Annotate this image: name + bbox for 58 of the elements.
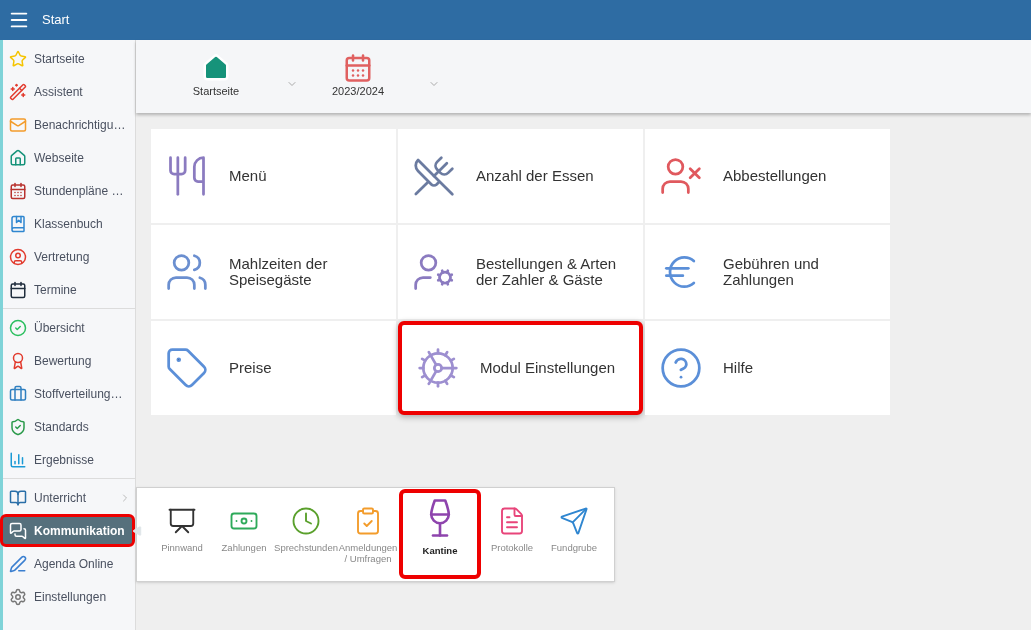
sidebar-item[interactable]: Termine — [3, 273, 135, 306]
calendar-icon — [9, 280, 27, 299]
magic-wand-icon — [9, 82, 27, 101]
top-bar-button[interactable]: 2023/2024 — [318, 53, 398, 100]
briefcase-icon — [9, 384, 27, 403]
sidebar-item[interactable]: Ergebnisse — [3, 443, 135, 476]
module-menu-item[interactable]: Pinnwand — [151, 492, 213, 553]
sidebar-item[interactable]: Klassenbuch — [3, 207, 135, 240]
book-icon — [9, 488, 27, 507]
module-tile[interactable]: Menü — [151, 129, 396, 223]
paper-plane-icon — [559, 506, 589, 536]
envelope-icon — [9, 115, 27, 134]
question-icon — [659, 346, 703, 390]
sidebar-item[interactable]: Übersicht — [3, 311, 135, 344]
sidebar-item[interactable]: Bewertung — [3, 344, 135, 377]
module-tile[interactable]: Anzahl der Essen — [398, 129, 643, 223]
calendar-icon — [9, 181, 27, 200]
sidebar-item[interactable]: Stundenpläne … — [3, 174, 135, 207]
module-menu-item[interactable]: Fundgrube — [543, 492, 605, 553]
module-tile[interactable]: Mahlzeiten der Speisegäste — [151, 225, 396, 319]
star-icon — [9, 49, 27, 68]
sidebar-item[interactable]: Benachrichtigu… — [3, 108, 135, 141]
module-menu-item[interactable]: Protokolle — [481, 492, 543, 553]
shield-icon — [9, 417, 27, 436]
module-tile[interactable]: Gebühren und Zahlungen — [645, 225, 890, 319]
person-icon — [9, 247, 27, 266]
sidebar-item[interactable]: Stoffverteilung… — [3, 377, 135, 410]
module-tile[interactable]: Preise — [151, 321, 396, 415]
sidebar-item[interactable]: Einstellungen — [3, 580, 135, 613]
module-tile[interactable]: Abbestellungen — [645, 129, 890, 223]
pen-icon — [9, 554, 27, 573]
sidebar-item[interactable]: Startseite — [3, 42, 135, 75]
check-circle-icon — [9, 318, 27, 337]
bar-chart-icon — [9, 450, 27, 469]
module-menu-item[interactable]: Sprechstunden — [275, 492, 337, 553]
price-tag-icon — [165, 346, 209, 390]
house-icon — [9, 148, 27, 167]
sidebar-item[interactable]: Vertretung — [3, 240, 135, 273]
gear-icon — [416, 346, 460, 390]
module-menu-item[interactable]: Kantine — [399, 489, 481, 579]
chat-bubbles-icon — [9, 521, 27, 540]
module-tile[interactable]: Modul Einstellungen — [398, 321, 643, 415]
module-tile[interactable]: Bestellungen & Arten der Zahler & Gäste — [398, 225, 643, 319]
module-tile[interactable]: Hilfe — [645, 321, 890, 415]
sidebar-item[interactable]: Agenda Online — [3, 547, 135, 580]
module-menu-item[interactable]: Anmeldungen / Umfragen — [337, 492, 399, 564]
sidebar-item[interactable]: Assistent — [3, 75, 135, 108]
settings-icon — [9, 587, 27, 606]
sidebar-item[interactable]: Webseite — [3, 141, 135, 174]
sidebar-item[interactable]: Standards — [3, 410, 135, 443]
header-title: Start — [42, 11, 70, 30]
clock-icon — [291, 506, 321, 536]
calendar-icon — [343, 53, 373, 84]
easel-icon — [167, 506, 197, 536]
sidebar-item[interactable]: Unterricht — [3, 481, 135, 514]
module-menu-item[interactable]: Zahlungen — [213, 492, 275, 553]
notebook-icon — [9, 214, 27, 233]
top-bar-button[interactable]: Startseite — [176, 53, 256, 100]
